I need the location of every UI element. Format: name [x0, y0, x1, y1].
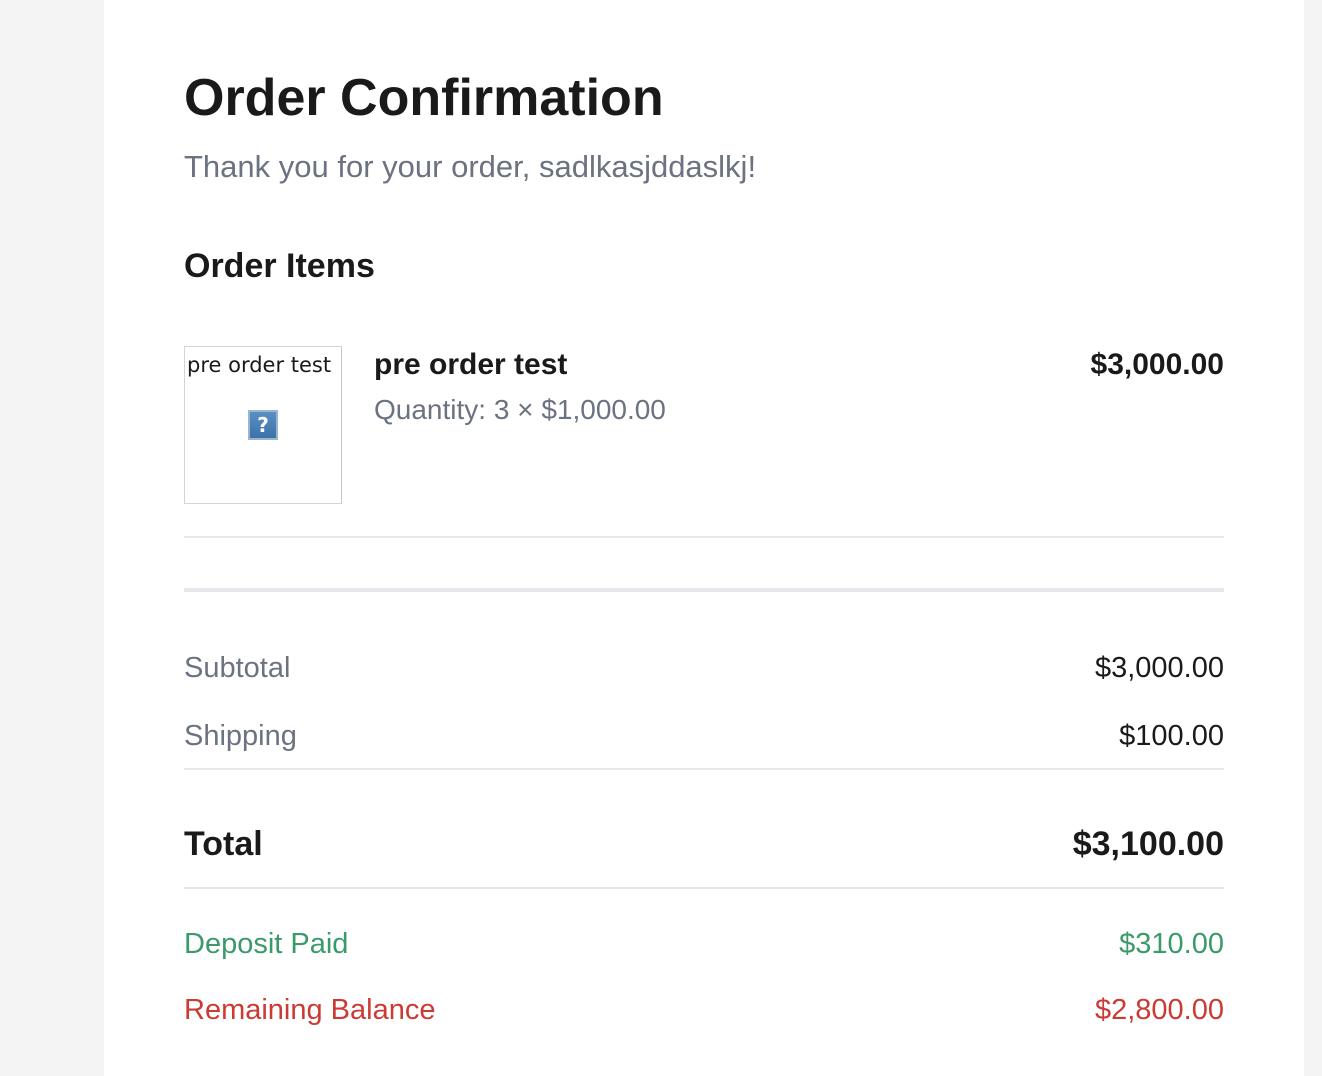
shipping-value: $100.00 — [1119, 720, 1224, 752]
remaining-value: $2,800.00 — [1094, 994, 1224, 1026]
remaining-label: Remaining Balance — [184, 994, 436, 1026]
page-title: Order Confirmation — [184, 69, 664, 127]
total-row: Total $3,100.00 — [184, 823, 1224, 865]
total-value: $3,100.00 — [1072, 825, 1224, 863]
deposit-label: Deposit Paid — [184, 928, 349, 960]
product-image-alt-text: pre order test — [187, 353, 332, 377]
shipping-row: Shipping $100.00 — [184, 718, 1224, 754]
product-image: pre order test ? — [184, 346, 342, 504]
total-label: Total — [184, 825, 263, 863]
subtotal-value: $3,000.00 — [1094, 652, 1224, 684]
order-items-heading: Order Items — [184, 247, 375, 285]
total-divider — [184, 768, 1224, 770]
subtotal-label: Subtotal — [184, 652, 291, 684]
deposit-row: Deposit Paid $310.00 — [184, 926, 1224, 962]
remaining-row: Remaining Balance $2,800.00 — [184, 992, 1224, 1028]
deposit-value: $310.00 — [1119, 928, 1224, 960]
deposit-divider — [184, 887, 1224, 889]
summary-divider — [184, 588, 1224, 592]
product-name: pre order test — [374, 348, 568, 381]
order-card: Order Confirmation Thank you for your or… — [104, 0, 1304, 1076]
product-line-total: $3,000.00 — [1090, 348, 1224, 381]
item-divider — [184, 536, 1224, 538]
broken-image-icon: ? — [248, 410, 278, 440]
subtotal-row: Subtotal $3,000.00 — [184, 650, 1224, 686]
thank-you-message: Thank you for your order, sadlkasjddaslk… — [184, 149, 757, 184]
shipping-label: Shipping — [184, 720, 297, 752]
product-quantity: Quantity: 3 × $1,000.00 — [374, 394, 666, 425]
